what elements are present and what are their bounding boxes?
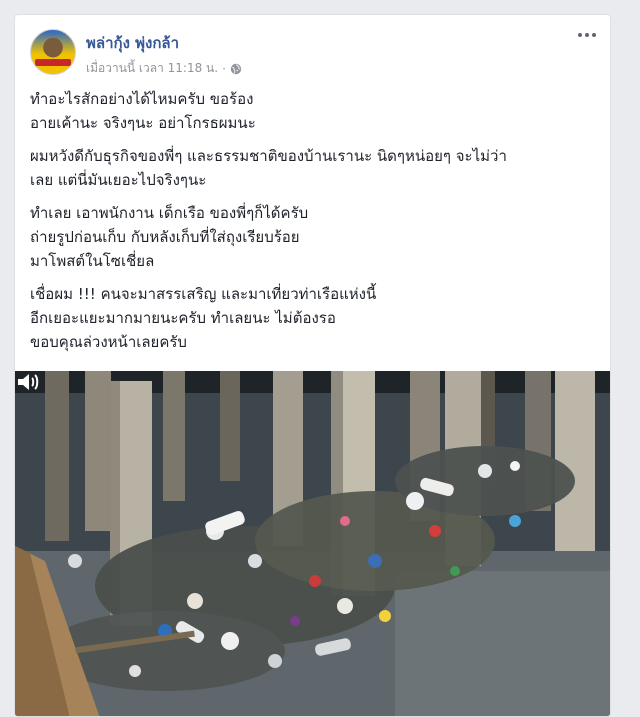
meta-separator: · (222, 61, 226, 76)
post-timestamp[interactable]: เมื่อวานนี้ เวลา 11:18 น. (86, 59, 218, 78)
post-line: ขอบคุณล่วงหน้าเลยครับ (30, 333, 187, 351)
post-paragraph-1: ทำอะไรสักอย่างได้ไหมครับ ขอร้อง อายเค้าน… (30, 87, 600, 135)
post-line: ผมหวังดีกับธุรกิจของพี่ๆ และธรรมชาติของบ… (30, 147, 507, 165)
post-line: ทำอะไรสักอย่างได้ไหมครับ ขอร้อง (30, 90, 254, 108)
post-paragraph-3: ทำเลย เอาพนักงาน เด็กเรือ ของพี่ๆก็ได้คร… (30, 201, 600, 273)
post-meta: เมื่อวานนี้ เวลา 11:18 น. · (86, 59, 242, 78)
post-line: เชื่อผม !!! คนจะมาสรรเสริญ และมาเที่ยวท่… (30, 285, 377, 303)
post-line: อีกเยอะแยะมากมายนะครับ ทำเลยนะ ไม่ต้องรอ (30, 309, 336, 327)
post-video[interactable] (15, 371, 610, 716)
avatar-banner (35, 59, 71, 66)
more-options-icon[interactable] (574, 25, 600, 45)
post-line: มาโพสต์ในโซเชี่ยล (30, 252, 155, 270)
post-header: พล่ากุ้ง พุ่งกล้า เมื่อวานนี้ เวลา 11:18… (15, 15, 610, 85)
post-paragraph-2: ผมหวังดีกับธุรกิจของพี่ๆ และธรรมชาติของบ… (30, 144, 600, 192)
post-line: เลย แต่นี่มันเยอะไปจริงๆนะ (30, 171, 207, 189)
author-name[interactable]: พล่ากุ้ง พุ่งกล้า (86, 31, 179, 55)
post-card: พล่ากุ้ง พุ่งกล้า เมื่อวานนี้ เวลา 11:18… (14, 14, 611, 717)
post-line: อายเค้านะ จริงๆนะ อย่าโกรธผมนะ (30, 114, 256, 132)
post-line: ทำเลย เอาพนักงาน เด็กเรือ ของพี่ๆก็ได้คร… (30, 204, 309, 222)
post-paragraph-4: เชื่อผม !!! คนจะมาสรรเสริญ และมาเที่ยวท่… (30, 282, 600, 354)
author-avatar[interactable] (30, 29, 76, 75)
video-frame-illustration (15, 371, 610, 716)
post-line: ถ่ายรูปก่อนเก็บ กับหลังเก็บที่ใส่ถุงเรีย… (30, 228, 300, 246)
post-text: ทำอะไรสักอย่างได้ไหมครับ ขอร้อง อายเค้าน… (30, 87, 600, 363)
volume-icon[interactable] (15, 371, 41, 393)
globe-icon[interactable] (230, 63, 242, 75)
